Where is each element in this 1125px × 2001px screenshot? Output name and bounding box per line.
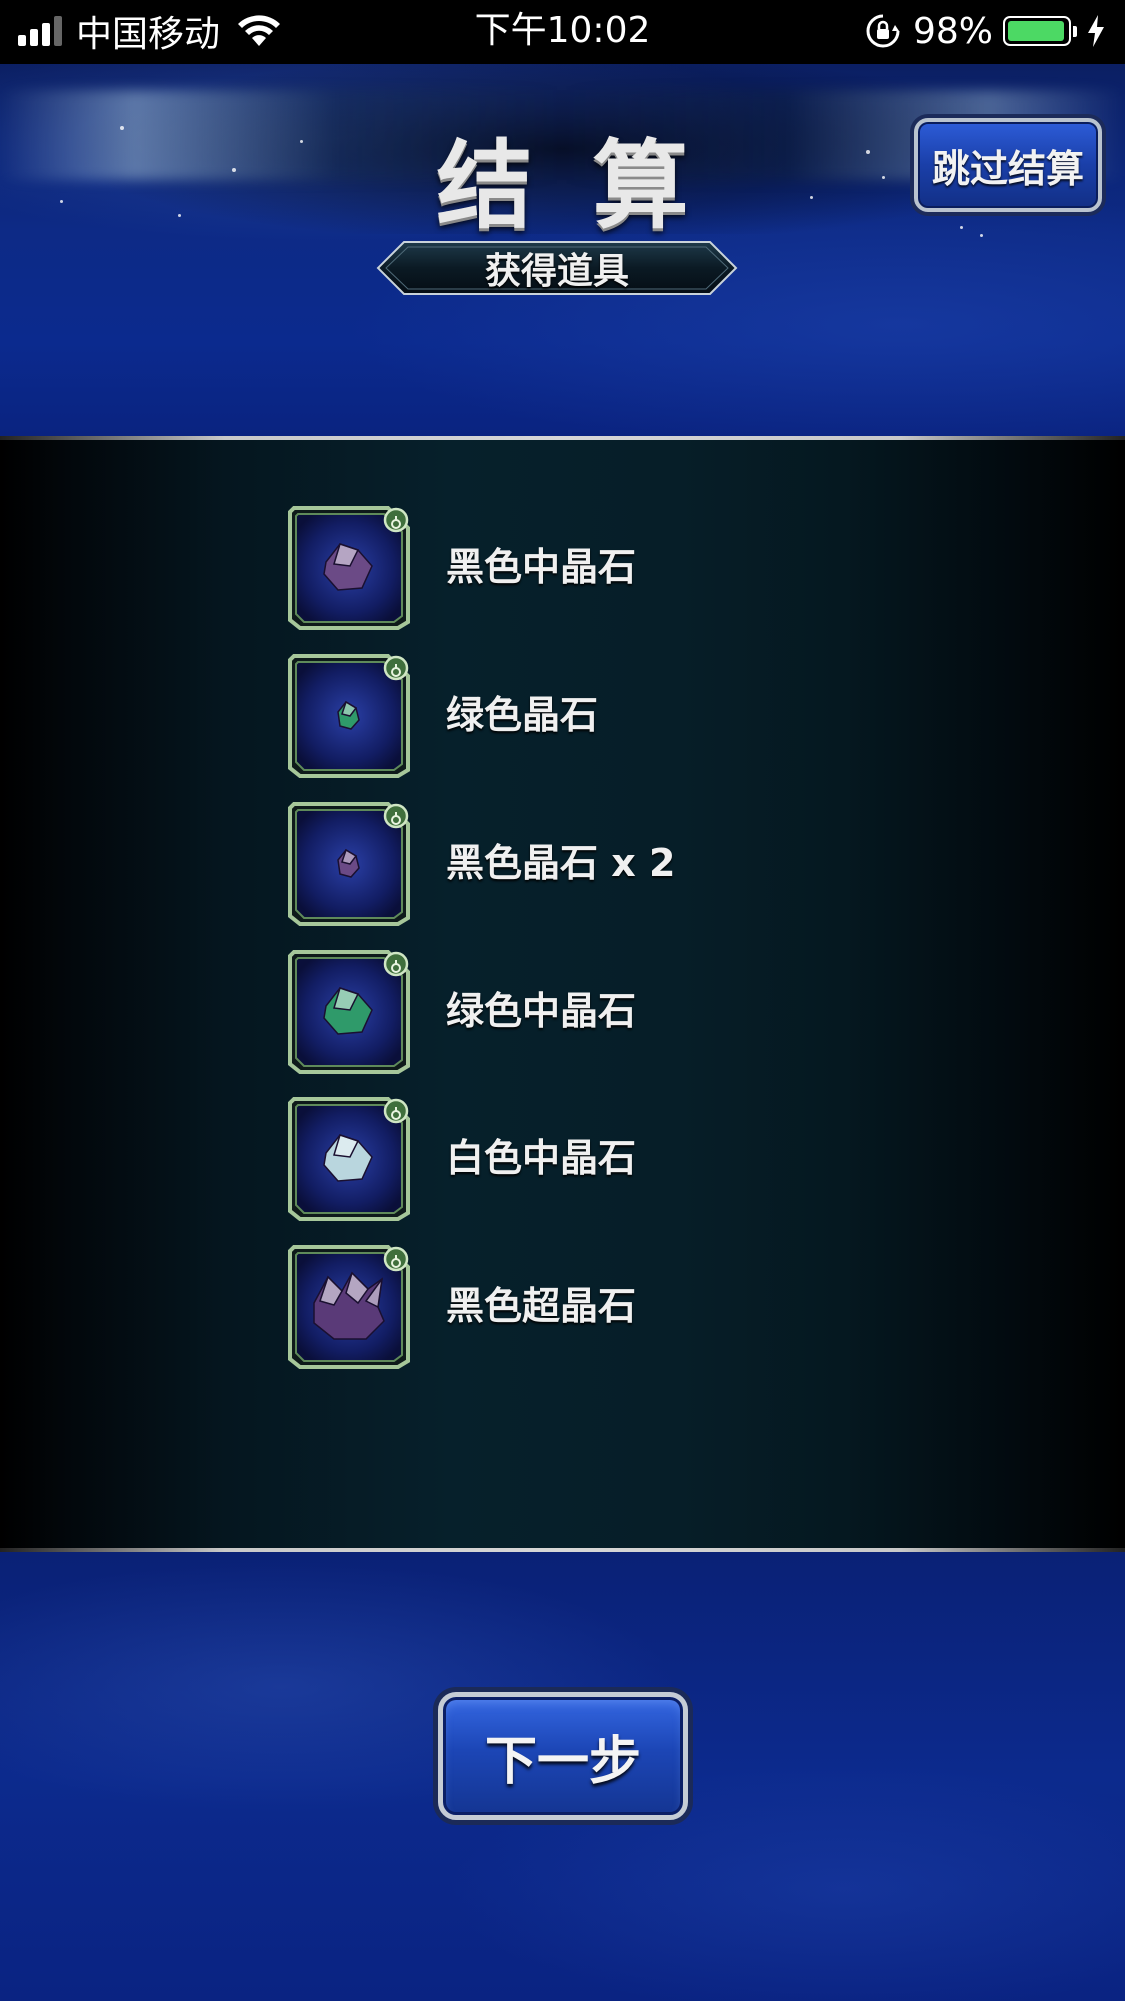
item-name: 绿色晶石	[446, 693, 599, 737]
item-row: 黑色晶石 x 2	[284, 798, 984, 928]
item-name: 黑色中晶石	[446, 545, 637, 589]
subtitle-label: 获得道具	[484, 251, 629, 292]
charging-bolt-icon	[1088, 15, 1104, 47]
item-row: 白色中晶石	[284, 1093, 984, 1223]
item-row: 黑色超晶石	[284, 1241, 984, 1371]
item-name: 白色中晶石	[446, 1136, 637, 1180]
item-row: 绿色晶石	[284, 650, 984, 780]
battery-fill	[1008, 21, 1064, 41]
battery-cap	[1073, 25, 1077, 37]
white-medium-crystal-icon[interactable]	[284, 1093, 414, 1223]
black-medium-crystal-icon[interactable]	[284, 502, 414, 632]
green-crystal-icon[interactable]	[284, 650, 414, 780]
item-name: 黑色超晶石	[446, 1284, 637, 1328]
green-medium-crystal-icon[interactable]	[284, 946, 414, 1076]
rotation-lock-icon	[866, 14, 900, 48]
battery-percent: 98%	[912, 10, 993, 52]
battery-icon	[1003, 16, 1071, 46]
skip-settlement-button[interactable]: 跳过结算	[914, 118, 1102, 212]
next-step-button[interactable]: 下一步	[438, 1692, 688, 1820]
item-name: 绿色中晶石	[446, 989, 637, 1033]
status-bar: 中国移动 下午10:02 98%	[0, 0, 1125, 64]
status-right: 98%	[865, 8, 1107, 54]
item-name: 黑色晶石 x 2	[446, 841, 676, 885]
black-crystal-icon[interactable]	[284, 798, 414, 928]
black-super-crystal-icon[interactable]	[284, 1241, 414, 1371]
item-row: 绿色中晶石	[284, 946, 984, 1076]
item-row: 黑色中晶石	[284, 502, 984, 632]
